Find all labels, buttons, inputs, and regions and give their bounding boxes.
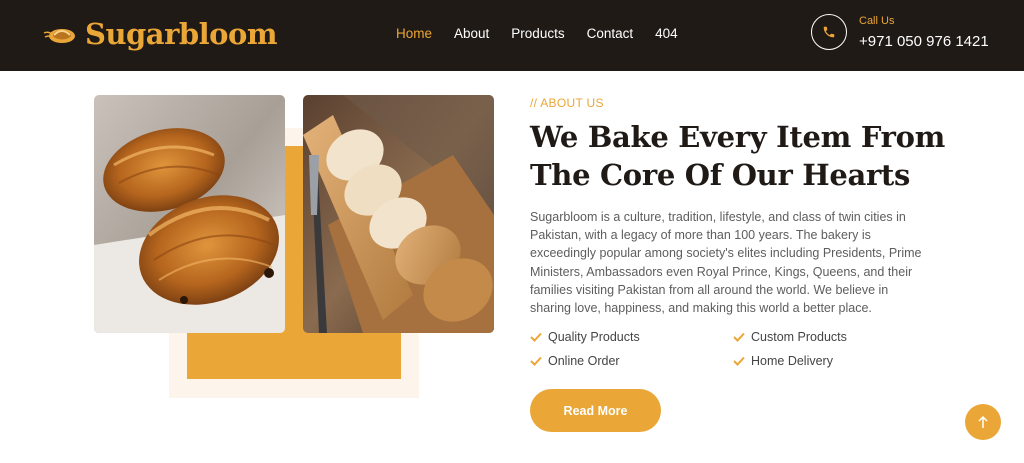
- scroll-to-top-button[interactable]: [965, 404, 1001, 440]
- section-subtitle: // ABOUT US: [530, 96, 604, 110]
- call-number[interactable]: +971 050 976 1421: [859, 33, 989, 50]
- feature-item: Quality Products: [530, 329, 733, 344]
- feature-item: Online Order: [530, 353, 733, 368]
- check-icon: [733, 356, 745, 366]
- call-label: Call Us: [859, 14, 895, 27]
- feature-item: Custom Products: [733, 329, 943, 344]
- nav-item-404[interactable]: 404: [655, 26, 678, 41]
- bread-loaf-photo: [303, 95, 494, 333]
- section-title: We Bake Every Item From The Core Of Our …: [530, 120, 946, 192]
- check-icon: [530, 356, 542, 366]
- main-nav: Home About Products Contact 404: [396, 26, 700, 41]
- feature-item: Home Delivery: [733, 353, 943, 368]
- brand-name: Sugarbloom: [85, 17, 278, 51]
- site-header: Sugarbloom Home About Products Contact 4…: [0, 0, 1024, 71]
- check-icon: [530, 332, 542, 342]
- nav-item-contact[interactable]: Contact: [587, 26, 634, 41]
- nav-item-products[interactable]: Products: [511, 26, 564, 41]
- arrow-up-icon: [978, 415, 988, 428]
- feature-label: Custom Products: [751, 329, 847, 344]
- feature-label: Home Delivery: [751, 353, 833, 368]
- phone-icon: [811, 14, 847, 50]
- croissant-photo: [94, 95, 285, 333]
- feature-label: Quality Products: [548, 329, 640, 344]
- nav-item-about[interactable]: About: [454, 26, 489, 41]
- call-us[interactable]: Call Us +971 050 976 1421: [811, 14, 989, 50]
- feature-label: Online Order: [548, 353, 620, 368]
- feature-list: Quality Products Custom Products Online …: [530, 329, 950, 368]
- pastry-logo-icon: [43, 29, 75, 43]
- nav-item-home[interactable]: Home: [396, 26, 432, 41]
- check-icon: [733, 332, 745, 342]
- brand-logo[interactable]: Sugarbloom: [42, 14, 278, 54]
- section-description: Sugarbloom is a culture, tradition, life…: [530, 210, 922, 316]
- read-more-button[interactable]: Read More: [530, 389, 661, 432]
